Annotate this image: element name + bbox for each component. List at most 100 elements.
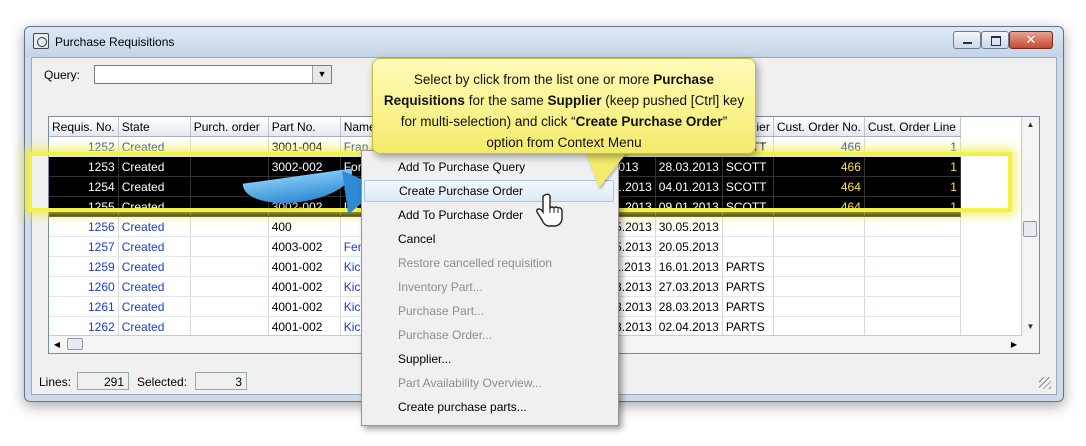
menu-item-create-purchase-parts[interactable]: Create purchase parts...	[364, 396, 614, 418]
cell-co: 466	[773, 156, 865, 177]
cell-req: 1261	[49, 296, 119, 317]
menu-item-restore-cancelled-requisition: Restore cancelled requisition	[398, 256, 553, 270]
cell-co	[773, 296, 865, 317]
cell-co	[773, 216, 865, 237]
cell-d2: 16.01.2013	[655, 256, 723, 277]
query-label: Query:	[44, 68, 81, 82]
window-title: Purchase Requisitions	[55, 35, 175, 49]
callout-bold-2: Supplier	[547, 93, 602, 108]
scroll-up-icon[interactable]: ▲	[1022, 117, 1039, 133]
cell-d2: 28.03.2013	[655, 296, 723, 317]
menu-item-add-to-purchase-query[interactable]: Add To Purchase Query	[364, 156, 614, 178]
window-app-icon	[33, 33, 49, 49]
cell-part: 4001-002	[268, 276, 341, 297]
selected-count: 3	[195, 372, 247, 390]
cell-co: 464	[773, 176, 865, 197]
cell-sup: SCOTT	[722, 156, 774, 177]
minimize-icon	[963, 42, 972, 44]
cell-sup: SCOTT	[722, 196, 774, 217]
menu-item-supplier[interactable]: Supplier...	[364, 348, 614, 370]
hand-cursor-icon	[536, 193, 563, 227]
cell-sup	[722, 236, 774, 257]
vertical-scroll-thumb[interactable]	[1023, 221, 1037, 237]
lines-label: Lines:	[39, 375, 72, 389]
cell-req: 1262	[49, 316, 119, 337]
cell-d2: 28.03.2013	[655, 156, 723, 177]
cell-po	[190, 296, 269, 317]
cell-d2: 04.01.2013	[655, 176, 723, 197]
cell-col: 1	[864, 176, 961, 197]
cell-col: 1	[864, 196, 961, 217]
cell-sup: PARTS	[722, 296, 774, 317]
cell-co	[773, 276, 865, 297]
cell-sup: SCOTT	[722, 176, 774, 197]
cell-d2: 30.05.2013	[655, 216, 723, 237]
cell-state: Created	[118, 216, 191, 237]
cell-req: 1259	[49, 256, 119, 277]
cell-po	[190, 216, 269, 237]
cell-po	[190, 156, 269, 177]
title-bar[interactable]: Purchase Requisitions ✕	[25, 27, 1063, 57]
menu-item-part-availability-overview: Part Availability Overview...	[398, 376, 542, 390]
menu-item-cancel[interactable]: Cancel	[364, 228, 614, 250]
cell-co	[773, 236, 865, 257]
menu-item-add-to-purchase-order[interactable]: Add To Purchase Order	[364, 204, 614, 226]
chevron-down-icon[interactable]: ▼	[312, 66, 331, 83]
cell-req: 1254	[49, 176, 119, 197]
cell-part: 400	[268, 216, 341, 237]
cell-col	[864, 236, 961, 257]
column-header-po[interactable]: Purch. order	[190, 117, 269, 137]
horizontal-scroll-thumb[interactable]	[67, 338, 83, 350]
lines-count: 291	[77, 372, 129, 390]
cell-part: 4001-002	[268, 256, 341, 277]
callout-text-2: for the same	[464, 93, 548, 108]
maximize-button[interactable]	[981, 31, 1009, 49]
cell-po	[190, 276, 269, 297]
scroll-right-icon[interactable]: ▶	[1006, 336, 1022, 353]
cell-d2: 09.01.2013	[655, 196, 723, 217]
cell-state: Created	[118, 176, 191, 197]
minimize-button[interactable]	[953, 31, 981, 49]
cell-col: 1	[864, 136, 961, 157]
cell-po	[190, 316, 269, 337]
cell-req: 1257	[49, 236, 119, 257]
scroll-left-icon[interactable]: ◀	[49, 336, 65, 353]
cell-state: Created	[118, 136, 191, 157]
column-header-req[interactable]: Requis. No.	[49, 117, 119, 137]
column-header-state[interactable]: State	[118, 117, 191, 137]
close-button[interactable]: ✕	[1009, 31, 1053, 49]
scroll-down-icon[interactable]: ▼	[1022, 319, 1039, 335]
cell-state: Created	[118, 296, 191, 317]
resize-grip-icon[interactable]	[1039, 377, 1051, 389]
cell-col: 1	[864, 156, 961, 177]
cell-part: 3001-004	[268, 136, 341, 157]
cell-state: Created	[118, 256, 191, 277]
cell-req: 1256	[49, 216, 119, 237]
query-combobox[interactable]: ▼	[94, 65, 332, 84]
cell-state: Created	[118, 156, 191, 177]
column-header-col[interactable]: Cust. Order Line	[864, 117, 961, 137]
cell-po	[190, 256, 269, 277]
cell-state: Created	[118, 196, 191, 217]
column-header-part[interactable]: Part No.	[268, 117, 341, 137]
cell-state: Created	[118, 236, 191, 257]
cell-sup: PARTS	[722, 276, 774, 297]
cell-req: 1252	[49, 136, 119, 157]
cell-col	[864, 296, 961, 317]
vertical-scrollbar[interactable]: ▲ ▼	[1021, 117, 1039, 353]
cell-co: 466	[773, 136, 865, 157]
close-icon: ✕	[1025, 32, 1037, 47]
menu-item-create-purchase-order[interactable]: Create Purchase Order	[364, 180, 614, 202]
maximize-icon	[991, 36, 1001, 46]
selected-label: Selected:	[137, 375, 188, 389]
cell-col	[864, 316, 961, 337]
column-header-co[interactable]: Cust. Order No.	[773, 117, 865, 137]
cell-po	[190, 196, 269, 217]
cell-col	[864, 216, 961, 237]
cell-state: Created	[118, 316, 191, 337]
cell-req: 1255	[49, 196, 119, 217]
cell-req: 1260	[49, 276, 119, 297]
callout-text-1: Select by click from the list one or mor…	[413, 72, 654, 87]
cell-col	[864, 276, 961, 297]
cell-part: 4003-002	[268, 236, 341, 257]
